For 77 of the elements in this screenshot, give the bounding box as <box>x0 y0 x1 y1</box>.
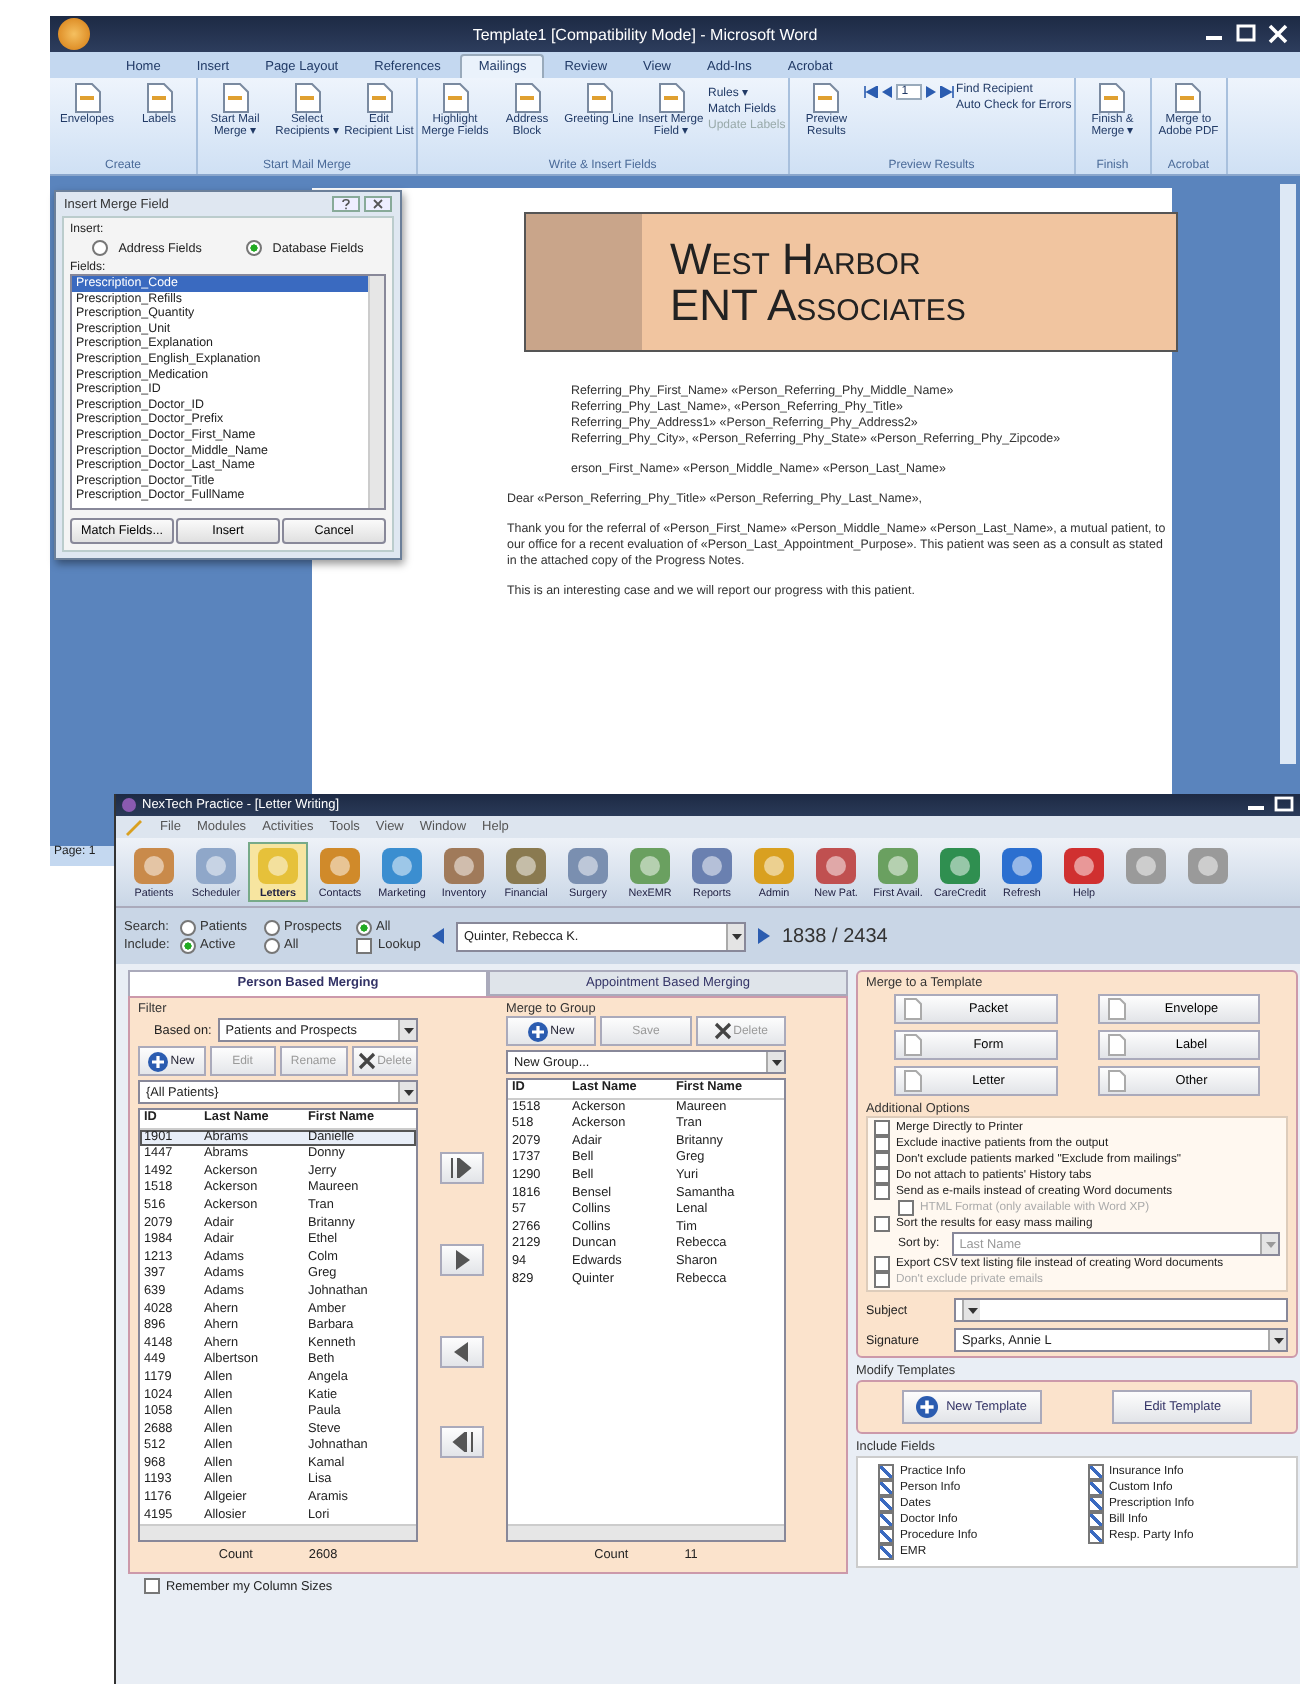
subject-field[interactable] <box>954 1298 1288 1322</box>
document-icon <box>812 82 841 114</box>
document-icon <box>1174 82 1203 114</box>
document-icon <box>585 82 613 114</box>
tile-icon <box>502 844 550 888</box>
page-icon <box>1107 1034 1125 1056</box>
tile-icon <box>626 844 674 888</box>
tile-icon <box>254 844 302 888</box>
page-icon <box>904 1034 922 1056</box>
caret-icon <box>1273 1337 1283 1343</box>
tile-icon <box>998 844 1046 888</box>
office-button[interactable] <box>58 18 90 50</box>
next-arrow-icon[interactable] <box>758 928 770 944</box>
document-icon <box>293 82 321 114</box>
tile-icon <box>564 844 612 888</box>
scrollbar[interactable] <box>508 1524 784 1541</box>
maximize-icon[interactable] <box>1232 24 1260 44</box>
document-icon <box>441 82 469 114</box>
tile-icon <box>1122 844 1170 888</box>
document-icon <box>365 82 393 114</box>
delete-icon <box>357 1052 376 1070</box>
document-icon <box>145 82 173 114</box>
caret-icon <box>731 933 741 939</box>
caret-icon <box>771 1059 781 1065</box>
plus-icon <box>528 1021 549 1041</box>
last-record-icon[interactable] <box>940 86 955 98</box>
tile-icon <box>130 844 178 888</box>
document-icon <box>513 82 541 114</box>
tile-icon <box>874 844 922 888</box>
close-icon[interactable] <box>364 196 392 212</box>
page-icon <box>904 998 922 1020</box>
plus-icon <box>148 1051 169 1071</box>
caret-icon <box>1265 1241 1275 1247</box>
caret-icon <box>967 1307 977 1313</box>
arrow-left-icon <box>454 1341 470 1362</box>
letterhead-title: West Harbor <box>670 235 923 282</box>
page-icon <box>904 1070 922 1092</box>
tile-icon <box>936 844 984 888</box>
caret-icon <box>403 1089 413 1095</box>
double-arrow-icon <box>450 1432 474 1453</box>
scrollbar[interactable] <box>1280 184 1296 764</box>
maximize-icon[interactable] <box>1272 796 1296 814</box>
first-record-icon[interactable] <box>863 86 878 98</box>
tile-icon <box>192 844 240 888</box>
window-title: Template1 [Compatibility Mode] - Microsoft Word <box>470 25 820 43</box>
tile-icon <box>688 844 736 888</box>
photo-placeholder <box>526 214 642 350</box>
scrollbar[interactable] <box>368 276 384 508</box>
tile-icon <box>1184 844 1232 888</box>
tile-icon <box>378 844 426 888</box>
page-icon <box>1107 1070 1125 1092</box>
delete-icon <box>713 1022 732 1040</box>
move-all-left-button[interactable] <box>440 1426 484 1459</box>
app-logo-icon <box>122 798 136 812</box>
document-icon <box>657 82 685 114</box>
tile-icon <box>750 844 798 888</box>
tile-icon <box>440 844 488 888</box>
move-all-right-button[interactable] <box>440 1151 484 1184</box>
previous-arrow-icon[interactable] <box>432 928 444 944</box>
document-icon <box>1098 82 1127 114</box>
plus-icon <box>916 1396 939 1418</box>
help-icon[interactable] <box>332 196 360 212</box>
document-icon <box>73 82 101 114</box>
letterhead-title: ENT Associates <box>670 282 966 329</box>
move-right-button[interactable] <box>440 1243 484 1276</box>
page-icon <box>1107 998 1125 1020</box>
document-icon <box>221 82 249 114</box>
close-icon[interactable] <box>1264 24 1292 44</box>
tile-icon <box>316 844 364 888</box>
caret-icon <box>403 1027 413 1033</box>
tile-icon <box>812 844 860 888</box>
tile-icon <box>1060 844 1108 888</box>
arrow-right-icon <box>454 1249 470 1270</box>
scrollbar[interactable] <box>140 1524 416 1541</box>
record-counter: 1838 / 2434 <box>782 925 888 947</box>
double-arrow-icon <box>450 1157 474 1178</box>
move-left-button[interactable] <box>440 1335 484 1368</box>
